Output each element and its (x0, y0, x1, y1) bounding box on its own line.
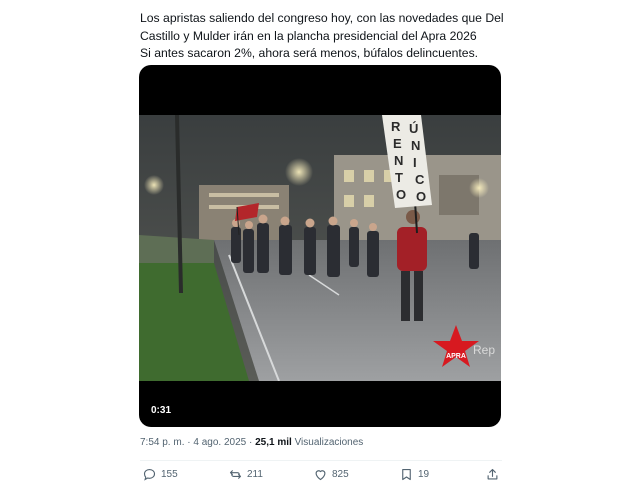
banner-letter: C (415, 172, 425, 187)
bookmark-icon (402, 468, 411, 481)
banner-letter: T (395, 170, 403, 185)
tweet-time[interactable]: 7:54 p. m. (140, 437, 184, 448)
apra-logo-text: APRA (446, 353, 466, 360)
meta-separator: · (246, 437, 256, 448)
repost-count: 211 (247, 469, 263, 480)
repost-icon (229, 470, 242, 479)
views-label: Visualizaciones (294, 437, 364, 448)
tweet-text-line: Si antes sacaron 2%, ahora será menos, b… (140, 46, 479, 61)
reply-icon (143, 468, 156, 481)
views-count: 25,1 mil (255, 437, 292, 448)
tweet-date[interactable]: 4 ago. 2025 (193, 437, 246, 448)
share-icon (487, 468, 498, 480)
bookmark-count: 19 (418, 469, 430, 480)
reply-count: 155 (161, 469, 178, 480)
watermark-text: Rep (473, 343, 495, 357)
tweet-text-line: Los apristas saliendo del congreso hoy, … (140, 11, 504, 25)
divider (140, 460, 502, 461)
banner-letter: E (393, 136, 402, 151)
video-frame: R E N T O Ú N I C O APRA Rep (139, 115, 501, 381)
reply-button[interactable]: 155 (142, 467, 178, 482)
banner-letter: O (396, 187, 406, 202)
banner-letter: R (391, 119, 401, 134)
video-player[interactable]: R E N T O Ú N I C O APRA Rep 0:31 (139, 65, 501, 427)
banner-letter: N (394, 153, 403, 168)
like-button[interactable]: 825 (313, 467, 349, 482)
banner-letter: N (411, 138, 420, 153)
banner-letter: I (413, 155, 417, 170)
video-duration: 0:31 (151, 405, 172, 416)
repost-button[interactable]: 211 (228, 467, 263, 482)
banner-letter: O (416, 189, 426, 204)
tweet-text: Los apristas saliendo del congreso hoy, … (140, 10, 510, 63)
tweet-meta: 7:54 p. m. · 4 ago. 2025 · 25,1 mil Visu… (140, 437, 363, 448)
heart-icon (315, 470, 326, 481)
bookmark-button[interactable]: 19 (399, 467, 429, 482)
tweet-actions: 155 211 825 19 (140, 467, 502, 489)
banner-letter: Ú (409, 121, 418, 136)
share-button[interactable] (485, 467, 500, 482)
tweet-text-line: Castillo y Mulder irán en la plancha pre… (140, 28, 477, 43)
like-count: 825 (332, 469, 349, 480)
